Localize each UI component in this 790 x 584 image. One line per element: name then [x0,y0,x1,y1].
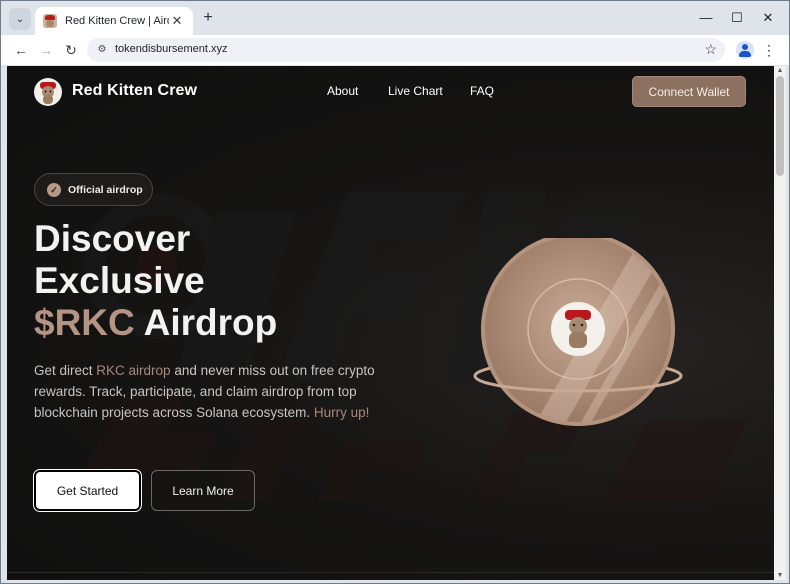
plus-icon[interactable]: + [199,9,217,27]
official-airdrop-badge: ✓ Official airdrop [34,173,153,206]
kebab-menu-icon[interactable]: ⋮ [761,40,777,60]
headline-line-3: $RKC Airdrop [34,302,277,344]
headline-line-1: Discover [34,218,191,259]
hero-description: Get direct RKC airdrop and never miss ou… [34,360,384,423]
address-bar[interactable]: ⚙ tokendisbursement.xyz ☆ [87,38,725,62]
scroll-thumb[interactable] [776,76,784,176]
headline-line-2: Exclusive [34,260,205,301]
ticker-symbol: $RKC [34,302,135,343]
connect-wallet-button[interactable]: Connect Wallet [632,76,746,107]
tab-strip: ⌄ Red Kitten Crew | Airdrop ✕ + — ☐ ✕ [1,1,789,35]
brand-name[interactable]: Red Kitten Crew [72,82,197,100]
verified-check-icon: ✓ [47,182,61,197]
reload-icon[interactable]: ↻ [61,40,81,60]
browser-toolbar: ← → ↻ ⚙ tokendisbursement.xyz ☆ ⋮ [1,35,789,65]
chevron-down-icon[interactable]: ⌄ [9,8,31,30]
desc-highlight-2: Hurry up! [313,405,370,420]
window-close-icon[interactable]: ✕ [753,8,783,28]
badge-label: Official airdrop [68,183,143,196]
desc-text-1: Get direct [34,363,97,378]
get-started-button[interactable]: Get Started [33,469,142,512]
token-coin-graphic [473,238,683,426]
arrow-right-icon[interactable]: → [36,40,56,60]
desc-highlight-1: RKC airdrop [96,363,171,378]
nav-link-faq[interactable]: FAQ [470,84,494,98]
favicon-icon [43,14,57,28]
tab-title: Red Kitten Crew | Airdrop [65,15,169,27]
star-icon[interactable]: ☆ [704,41,717,58]
section-divider [7,572,774,573]
person-icon[interactable] [736,41,754,59]
page-viewport: Red Kitten Crew About Live Chart FAQ Con… [7,66,774,580]
scroll-up-icon[interactable]: ▲ [776,67,784,74]
browser-tab[interactable]: Red Kitten Crew | Airdrop ✕ [35,7,193,35]
nav-link-live-chart[interactable]: Live Chart [388,84,443,98]
tune-icon[interactable]: ⚙ [95,43,109,57]
scroll-down-icon[interactable]: ▼ [776,572,784,579]
brand-logo[interactable] [34,78,62,106]
url-text[interactable]: tokendisbursement.xyz [115,43,228,55]
nav-link-about[interactable]: About [327,84,358,98]
page-scrollbar[interactable]: ▲ ▼ [774,66,786,580]
minimize-icon[interactable]: — [691,8,721,28]
hero-headline: Discover Exclusive $RKC Airdrop [34,218,277,344]
kitten-icon [40,82,56,104]
close-icon[interactable]: ✕ [169,13,185,29]
arrow-left-icon[interactable]: ← [11,40,31,60]
maximize-icon[interactable]: ☐ [722,8,752,28]
headline-line-3-rest: Airdrop [134,302,278,343]
learn-more-button[interactable]: Learn More [151,470,255,511]
browser-window: ⌄ Red Kitten Crew | Airdrop ✕ + — ☐ ✕ ← … [0,0,790,584]
